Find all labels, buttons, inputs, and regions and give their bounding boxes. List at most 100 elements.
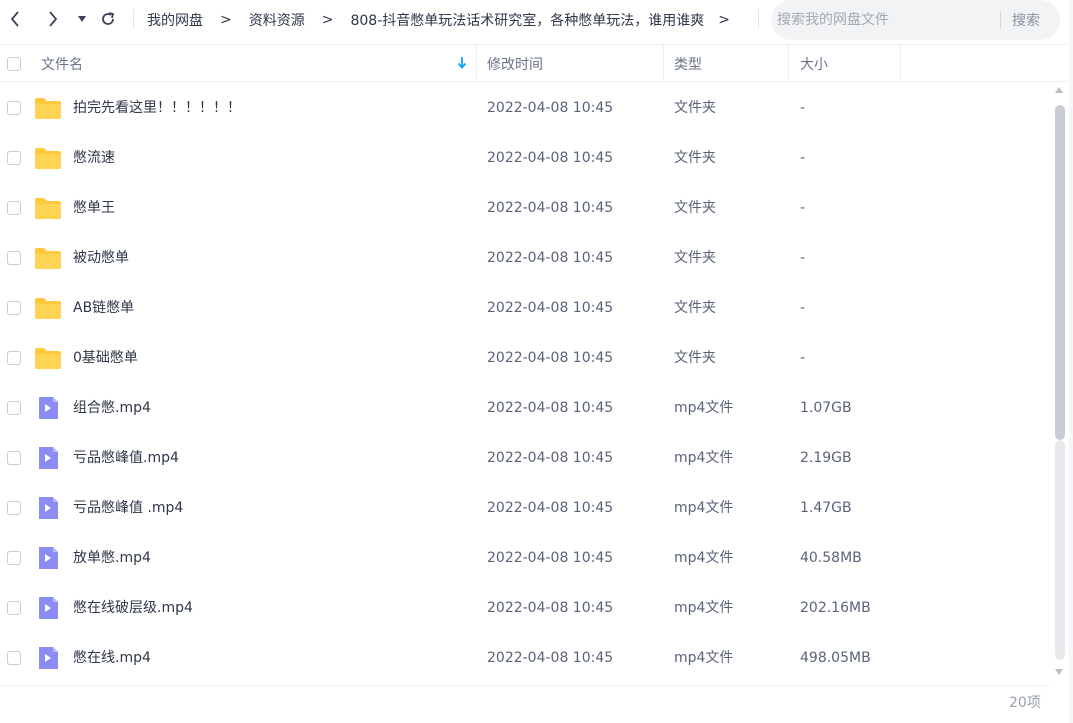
video-file-icon: [34, 496, 62, 520]
file-size: 1.47GB: [800, 500, 852, 516]
file-name[interactable]: 亏品憋峰值.mp4: [73, 433, 179, 483]
file-list-header: 文件名 修改时间 类型 大小: [0, 44, 1073, 82]
breadcrumb-item-my-drive[interactable]: 我的网盘: [147, 10, 203, 30]
search-input[interactable]: [777, 12, 987, 28]
file-type: 文件夹: [674, 150, 716, 166]
file-type: 文件夹: [674, 100, 716, 116]
scrollbar-thumb[interactable]: [1055, 105, 1065, 440]
column-header-type[interactable]: 类型: [674, 45, 702, 82]
select-all-checkbox[interactable]: [7, 45, 21, 82]
file-row[interactable]: 憋在线.mp4 2022-04-08 10:45 mp4文件 498.05MB: [0, 633, 1050, 683]
footer-divider: [0, 685, 1050, 686]
file-type: 文件夹: [674, 200, 716, 216]
file-row[interactable]: 组合憋.mp4 2022-04-08 10:45 mp4文件 1.07GB: [0, 383, 1050, 433]
file-size: -: [800, 350, 806, 366]
video-file-icon: [34, 596, 62, 620]
scroll-down-arrow-icon[interactable]: [1055, 669, 1063, 675]
file-size: 2.19GB: [800, 450, 852, 466]
column-divider: [476, 45, 477, 82]
file-name[interactable]: 组合憋.mp4: [73, 383, 151, 433]
file-type: mp4文件: [674, 500, 734, 516]
file-list: 拍完先看这里！！！！！！ 2022-04-08 10:45 文件夹 - 憋流速 2022-…: [0, 83, 1050, 683]
breadcrumb-item-resources[interactable]: 资料资源: [249, 10, 305, 30]
back-icon[interactable]: [6, 8, 24, 30]
file-row[interactable]: AB链憋单 2022-04-08 10:45 文件夹 -: [0, 283, 1050, 333]
folder-icon: [34, 346, 62, 370]
row-checkbox[interactable]: [7, 501, 21, 515]
row-checkbox[interactable]: [7, 301, 21, 315]
file-size: -: [800, 250, 806, 266]
file-row[interactable]: 亏品憋峰值.mp4 2022-04-08 10:45 mp4文件 2.19GB: [0, 433, 1050, 483]
file-type: mp4文件: [674, 600, 734, 616]
file-modified-time: 2022-04-08 10:45: [487, 250, 614, 266]
row-checkbox[interactable]: [7, 101, 21, 115]
file-name[interactable]: 憋在线破层级.mp4: [73, 583, 193, 633]
file-modified-time: 2022-04-08 10:45: [487, 500, 614, 516]
file-modified-time: 2022-04-08 10:45: [487, 200, 614, 216]
file-name[interactable]: 0基础憋单: [73, 333, 138, 383]
file-name[interactable]: 拍完先看这里！！！！！！: [73, 83, 241, 133]
file-row[interactable]: 憋在线破层级.mp4 2022-04-08 10:45 mp4文件 202.16MB: [0, 583, 1050, 633]
folder-icon: [34, 196, 62, 220]
scrollbar-track-lower[interactable]: [1055, 440, 1065, 660]
row-checkbox[interactable]: [7, 651, 21, 665]
folder-icon: [34, 146, 62, 170]
file-name[interactable]: 憋在线.mp4: [73, 633, 151, 683]
row-checkbox[interactable]: [7, 401, 21, 415]
breadcrumb: 我的网盘 > 资料资源 > 808-抖音憋单玩法话术研究室，各种憋单玩法，谁用谁…: [147, 0, 747, 40]
row-checkbox[interactable]: [7, 151, 21, 165]
video-file-icon: [34, 646, 62, 670]
row-checkbox[interactable]: [7, 451, 21, 465]
row-checkbox[interactable]: [7, 351, 21, 365]
file-modified-time: 2022-04-08 10:45: [487, 400, 614, 416]
row-checkbox[interactable]: [7, 601, 21, 615]
file-type: mp4文件: [674, 450, 734, 466]
column-header-size[interactable]: 大小: [800, 45, 828, 82]
file-modified-time: 2022-04-08 10:45: [487, 300, 614, 316]
breadcrumb-item-current-folder[interactable]: 808-抖音憋单玩法话术研究室，各种憋单玩法，谁用谁爽: [350, 10, 704, 30]
file-name[interactable]: 被动憋单: [73, 233, 129, 283]
breadcrumb-separator: >: [220, 12, 232, 28]
scroll-up-arrow-icon[interactable]: [1055, 87, 1063, 93]
file-type: mp4文件: [674, 550, 734, 566]
column-divider: [788, 45, 789, 82]
file-size: -: [800, 150, 806, 166]
file-name[interactable]: 憋流速: [73, 133, 115, 183]
search-button[interactable]: 搜索: [1012, 10, 1040, 30]
file-row[interactable]: 拍完先看这里！！！！！！ 2022-04-08 10:45 文件夹 -: [0, 83, 1050, 133]
refresh-icon[interactable]: [98, 8, 118, 30]
file-name[interactable]: 放单憋.mp4: [73, 533, 151, 583]
history-dropdown-icon[interactable]: [76, 8, 88, 30]
row-checkbox[interactable]: [7, 551, 21, 565]
row-checkbox[interactable]: [7, 201, 21, 215]
file-size: -: [800, 300, 806, 316]
file-row[interactable]: 放单憋.mp4 2022-04-08 10:45 mp4文件 40.58MB: [0, 533, 1050, 583]
file-row[interactable]: 被动憋单 2022-04-08 10:45 文件夹 -: [0, 233, 1050, 283]
file-modified-time: 2022-04-08 10:45: [487, 600, 614, 616]
file-size: -: [800, 200, 806, 216]
search-box: 搜索: [771, 0, 1060, 40]
file-row[interactable]: 憋流速 2022-04-08 10:45 文件夹 -: [0, 133, 1050, 183]
forward-icon[interactable]: [44, 8, 62, 30]
file-modified-time: 2022-04-08 10:45: [487, 650, 614, 666]
file-row[interactable]: 憋单王 2022-04-08 10:45 文件夹 -: [0, 183, 1050, 233]
file-name[interactable]: 憋单王: [73, 183, 115, 233]
file-row[interactable]: 亏品憋峰值 .mp4 2022-04-08 10:45 mp4文件 1.47GB: [0, 483, 1050, 533]
breadcrumb-separator: >: [718, 12, 730, 28]
file-type: mp4文件: [674, 400, 734, 416]
column-header-modified[interactable]: 修改时间: [487, 45, 543, 82]
file-modified-time: 2022-04-08 10:45: [487, 100, 614, 116]
video-file-icon: [34, 546, 62, 570]
column-header-name[interactable]: 文件名: [41, 45, 83, 82]
row-checkbox[interactable]: [7, 251, 21, 265]
file-size: 40.58MB: [800, 550, 862, 566]
toolbar-divider: [758, 9, 759, 29]
folder-icon: [34, 296, 62, 320]
vertical-scrollbar[interactable]: [1052, 87, 1066, 677]
file-name[interactable]: 亏品憋峰值 .mp4: [73, 483, 183, 533]
file-type: mp4文件: [674, 650, 734, 666]
file-name[interactable]: AB链憋单: [73, 283, 134, 333]
file-modified-time: 2022-04-08 10:45: [487, 450, 614, 466]
file-row[interactable]: 0基础憋单 2022-04-08 10:45 文件夹 -: [0, 333, 1050, 383]
sort-descending-icon[interactable]: [457, 56, 467, 70]
